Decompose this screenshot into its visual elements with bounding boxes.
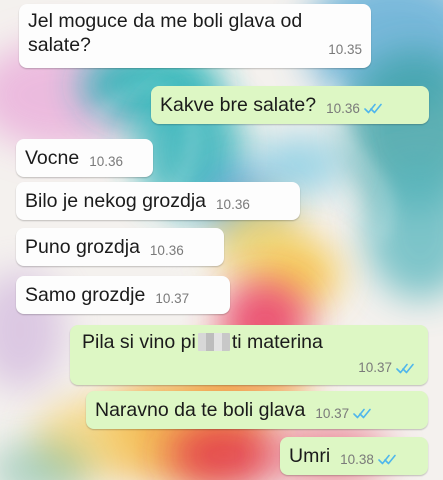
message-text: Naravno da te boli glava [95,399,306,421]
message-meta: 10.38 [340,448,397,472]
message-text: Umri [289,445,331,467]
message-text: Vocne [25,147,80,169]
message-bubble-incoming[interactable]: Vocne 10.36 [16,139,153,177]
message-time: 10.36 [326,100,360,116]
double-check-icon [396,363,414,373]
message-meta: 10.36 [150,239,184,263]
message-meta: 10.36 [216,193,250,217]
message-bubble-outgoing[interactable]: Naravno da te boli glava 10.37 [86,391,428,429]
message-time: 10.37 [358,360,392,375]
message-time: 10.37 [155,290,190,306]
message-bubble-incoming[interactable]: Puno grozdja 10.36 [16,228,224,266]
message-text: Bilo je nekog grozdja [25,190,207,212]
double-check-icon [353,408,371,419]
message-bubble-incoming[interactable]: Bilo je nekog grozdja 10.36 [16,182,300,220]
message-text: Jel moguce da me boli glava od salate? [28,10,308,56]
message-meta: 10.37 [358,356,415,380]
censor-blur [197,333,230,351]
message-meta: 10.37 [155,287,189,311]
message-bubble-incoming[interactable]: Samo grozdje 10.37 [16,276,230,314]
message-meta: 10.36 [89,150,123,174]
message-time: 10.36 [216,196,250,212]
message-text: Pila si vino pi ti materina [82,330,416,354]
message-text: Samo grozdje [25,284,146,306]
message-text-after: ti materina [231,331,323,353]
message-time: 10.35 [328,42,362,57]
message-text: Puno grozdja [25,236,140,258]
message-text-before: Pila si vino pi [82,331,196,353]
message-meta: 10.35 [328,38,362,62]
message-bubble-outgoing[interactable]: Pila si vino pi ti materina 10.37 [70,325,428,385]
message-bubble-incoming[interactable]: Jel moguce da me boli glava od salate? 1… [19,4,371,68]
message-time: 10.38 [340,451,374,467]
message-bubble-outgoing[interactable]: Umri 10.38 [280,437,428,475]
double-check-icon [364,103,382,114]
message-meta: 10.37 [315,402,372,426]
message-time: 10.36 [149,242,184,258]
message-time: 10.37 [315,405,350,421]
message-text: Kakve bre salate? [160,94,317,116]
message-meta: 10.36 [326,97,383,121]
double-check-icon [378,454,396,465]
message-time: 10.36 [89,153,124,169]
message-bubble-outgoing[interactable]: Kakve bre salate? 10.36 [151,86,429,124]
